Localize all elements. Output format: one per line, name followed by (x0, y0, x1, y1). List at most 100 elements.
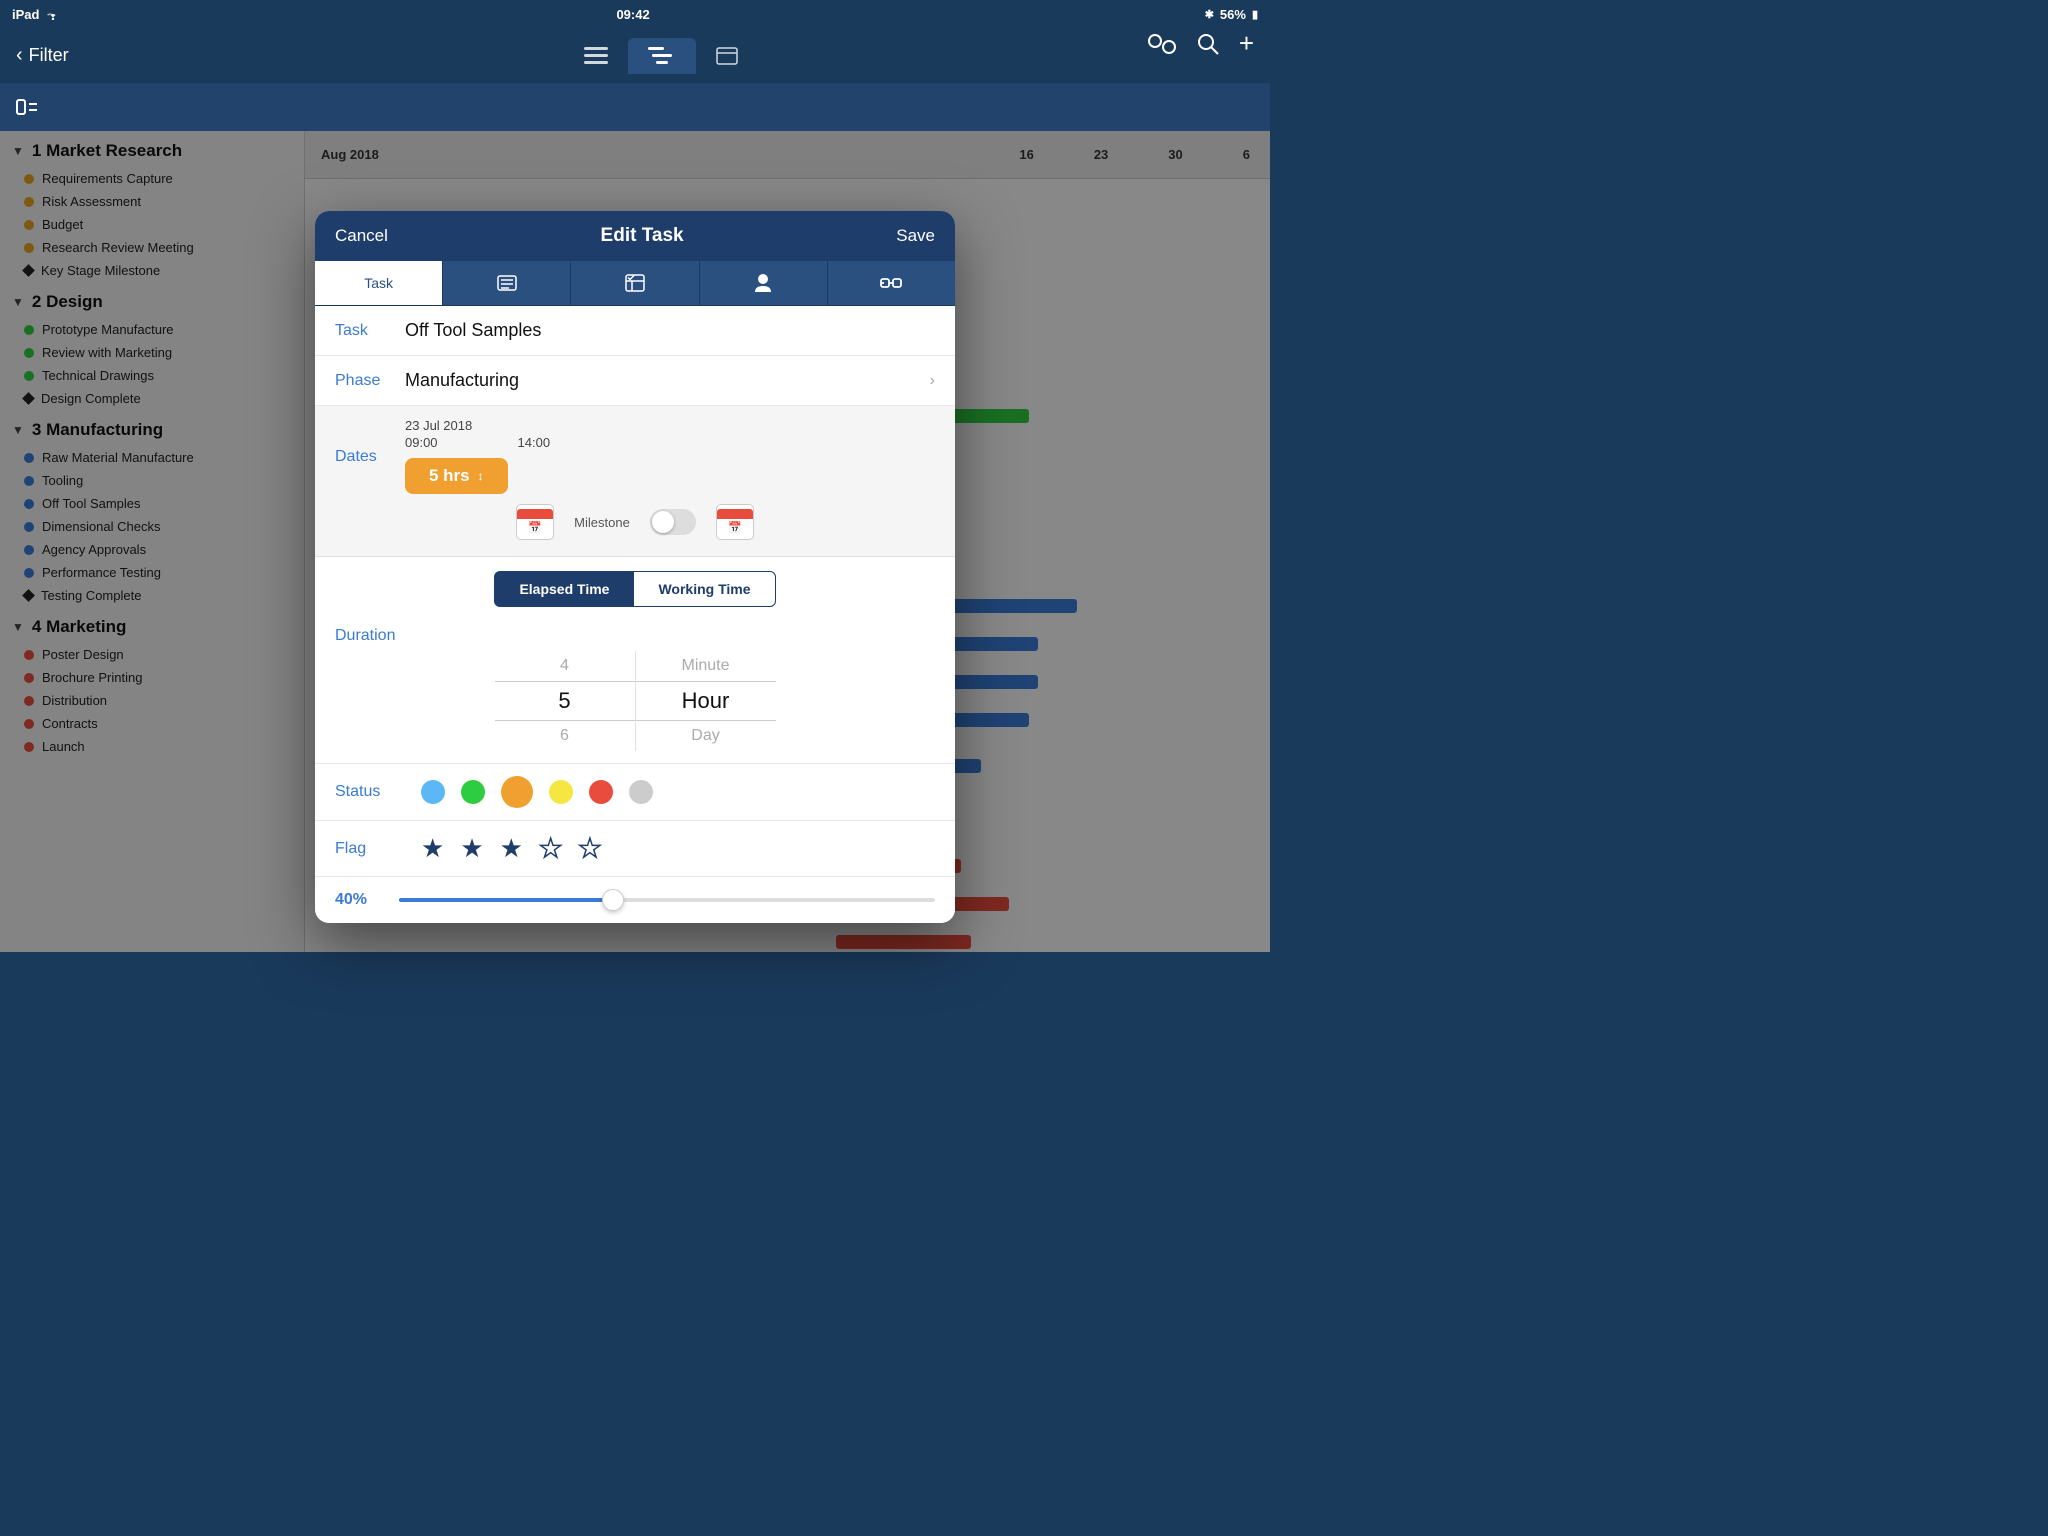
phase-field[interactable]: Phase Manufacturing › (315, 356, 955, 406)
milestone-row: 📅 Milestone 📅 (335, 504, 935, 540)
main-content: ▼ 1 Market Research Requirements Capture… (0, 131, 1270, 952)
progress-thumb[interactable] (602, 889, 624, 911)
status-orange-selected[interactable] (501, 776, 533, 808)
status-row: Status (315, 764, 955, 821)
device-label: iPad (12, 7, 39, 22)
elapsed-time-button[interactable]: Elapsed Time (494, 571, 634, 607)
sidebar-toggle-icon[interactable] (16, 99, 38, 115)
cancel-button[interactable]: Cancel (335, 226, 388, 246)
time-toggle-row: Elapsed Time Working Time (315, 571, 955, 607)
picker-num-5: 5 (495, 681, 635, 721)
tab-person[interactable] (700, 261, 828, 305)
search-icon[interactable] (1197, 33, 1219, 55)
tab-notes[interactable] (443, 261, 571, 305)
toggle-knob (652, 511, 674, 533)
duration-number-col[interactable]: 4 5 6 (495, 651, 635, 751)
duration-pill[interactable]: 5 hrs ↕ (405, 458, 508, 494)
tab-board-view[interactable] (696, 38, 758, 74)
battery-icon: ▮ (1252, 8, 1258, 21)
filter-label[interactable]: Filter (29, 45, 69, 66)
progress-track[interactable] (399, 898, 935, 902)
duration-pill-chevron: ↕ (478, 469, 484, 483)
tab-gantt-view[interactable] (628, 38, 696, 74)
save-button[interactable]: Save (896, 226, 935, 246)
phase-arrow-icon: › (930, 372, 935, 390)
end-time[interactable]: 14:00 (518, 435, 551, 450)
star-5[interactable]: ★ (421, 833, 444, 864)
calendar-body: 📅 (526, 519, 544, 536)
picker-unit-hour: Hour (636, 681, 776, 721)
tab-link[interactable] (828, 261, 955, 305)
tab-task[interactable]: Task (315, 261, 443, 305)
dates-top: Dates 23 Jul 2018 09:00 14:00 (335, 418, 935, 494)
time-display: 09:42 (616, 7, 649, 22)
star-3[interactable]: ★ (500, 833, 523, 864)
progress-fill (399, 898, 613, 902)
working-time-button[interactable]: Working Time (634, 571, 775, 607)
status-bar: iPad 09:42 ✱ 56% ▮ (0, 0, 1270, 28)
filter-button[interactable]: ‹ Filter (16, 44, 69, 67)
tab-task-label: Task (364, 275, 393, 291)
flag-row: Flag ★ ★ ★ ★ ★ (315, 821, 955, 877)
picker-unit-day: Day (636, 721, 776, 751)
picker-unit-minute: Minute (636, 651, 776, 681)
status-red[interactable] (589, 780, 613, 804)
toggle-icon[interactable] (1147, 33, 1177, 55)
dates-label: Dates (335, 418, 405, 466)
phase-field-value: Manufacturing (405, 370, 930, 391)
star-4[interactable]: ★ (460, 833, 483, 864)
star-1[interactable]: ★ (578, 833, 601, 864)
status-blue[interactable] (421, 780, 445, 804)
task-field-label: Task (335, 322, 405, 340)
second-toolbar (0, 83, 1270, 131)
task-field: Task Off Tool Samples (315, 306, 955, 356)
status-green[interactable] (461, 780, 485, 804)
edit-task-modal: Cancel Edit Task Save Task (315, 211, 955, 923)
modal-title: Edit Task (601, 225, 684, 247)
date-header: 23 Jul 2018 (405, 418, 935, 433)
status-gray[interactable] (629, 780, 653, 804)
duration-label: Duration (315, 613, 955, 651)
battery-label: 56% (1220, 7, 1246, 22)
phase-field-label: Phase (335, 372, 405, 390)
task-field-value[interactable]: Off Tool Samples (405, 320, 935, 341)
duration-picker: 4 5 6 Minute Hour Day (315, 651, 955, 764)
duration-pill-value: 5 hrs (429, 466, 470, 486)
top-toolbar: ‹ Filter (0, 28, 1270, 83)
progress-row: 40% (315, 877, 955, 923)
calendar-top (517, 509, 553, 519)
end-calendar-icon[interactable]: 📅 (716, 504, 754, 540)
start-calendar-icon[interactable]: 📅 (516, 504, 554, 540)
milestone-toggle[interactable] (650, 509, 696, 535)
modal-overlay: Cancel Edit Task Save Task (0, 131, 1270, 952)
start-time[interactable]: 09:00 (405, 435, 438, 450)
bluetooth-icon: ✱ (1205, 8, 1214, 21)
wifi-icon (45, 8, 61, 20)
picker-num-6: 6 (495, 721, 635, 751)
calendar-body: 📅 (726, 519, 744, 536)
modal-header: Cancel Edit Task Save (315, 211, 955, 261)
modal-body: Task Off Tool Samples Phase Manufacturin… (315, 306, 955, 923)
add-button[interactable]: + (1239, 28, 1254, 59)
status-yellow[interactable] (549, 780, 573, 804)
toolbar-tabs (69, 38, 1254, 74)
dates-section: Dates 23 Jul 2018 09:00 14:00 (315, 406, 955, 557)
flag-label: Flag (335, 840, 405, 858)
calendar-top (717, 509, 753, 519)
progress-label: 40% (335, 891, 383, 909)
time-row: 09:00 14:00 (405, 435, 935, 450)
date-value: 23 Jul 2018 (405, 418, 472, 433)
status-bar-left: iPad (12, 7, 61, 22)
dates-info: 23 Jul 2018 09:00 14:00 5 hrs ↕ (405, 418, 935, 494)
tab-checklist[interactable] (571, 261, 699, 305)
star-2[interactable]: ★ (539, 833, 562, 864)
status-label: Status (335, 783, 405, 801)
duration-unit-col[interactable]: Minute Hour Day (636, 651, 776, 751)
modal-tabs: Task (315, 261, 955, 306)
tab-list-view[interactable] (564, 38, 628, 74)
picker-num-4: 4 (495, 651, 635, 681)
milestone-label: Milestone (574, 515, 630, 530)
back-arrow-icon: ‹ (16, 44, 23, 67)
status-bar-right: ✱ 56% ▮ (1205, 7, 1258, 22)
duration-pill-wrapper: 5 hrs ↕ (405, 458, 935, 494)
